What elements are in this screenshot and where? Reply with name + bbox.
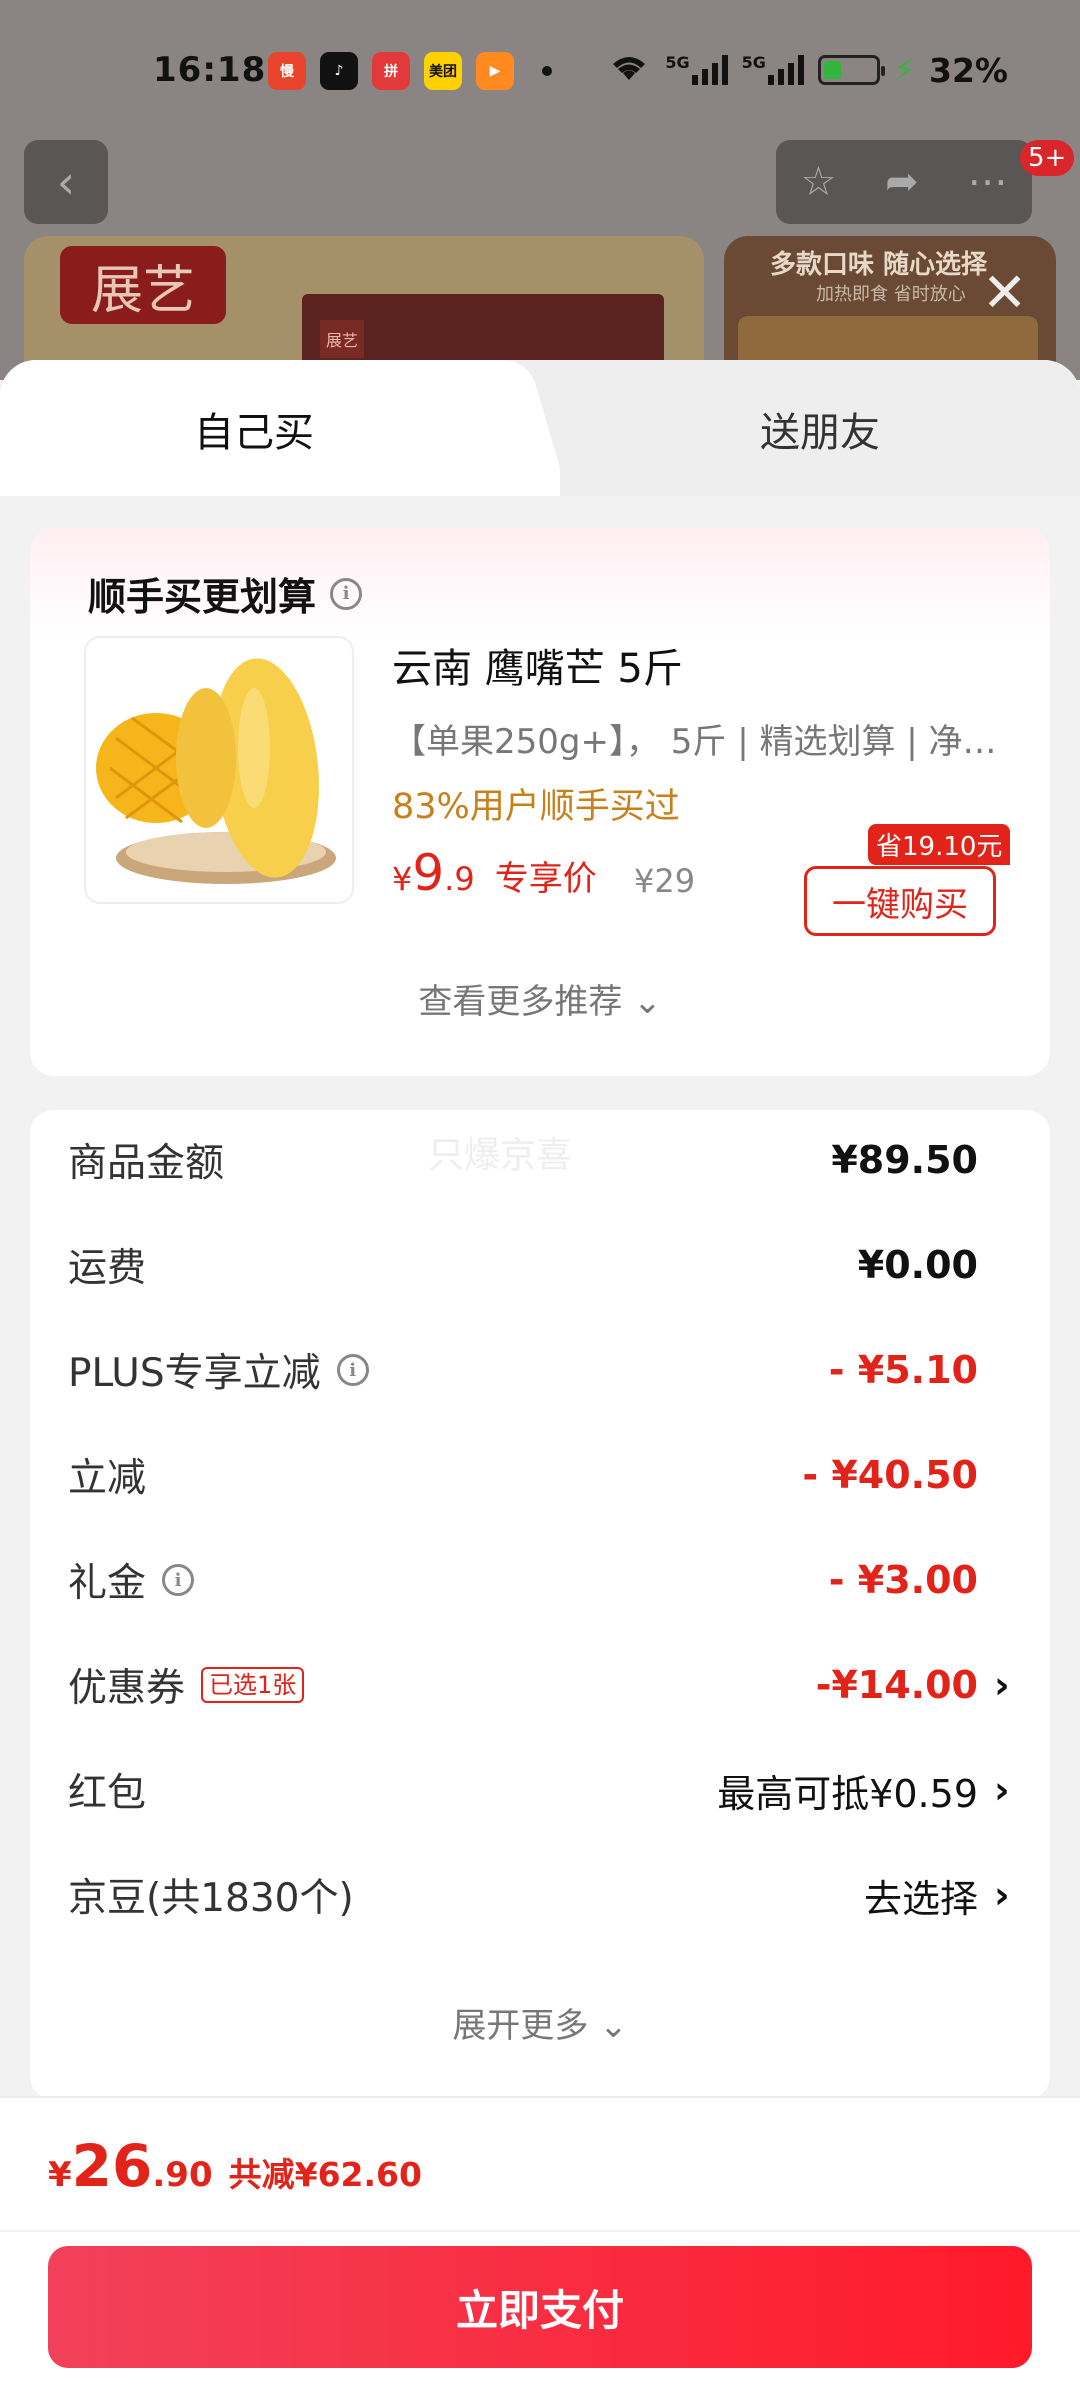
original-price: ¥29 [634,862,696,900]
back-button[interactable]: ‹ [24,140,108,224]
battery-icon [817,55,885,85]
battery-percent: 32% [929,50,1008,90]
promo-title: 多款口味 随心选择 [770,250,988,280]
status-bar: 16:18 慢 ♪ 拼 美团 ▶ 5G 5G ⚡ 32% [0,0,1080,140]
more-notifications-dot [542,66,552,76]
app-icon-4: 美团 [424,52,462,90]
recommendation-title: 顺手买更划算 i [88,566,363,621]
row-shipping: 运费 ¥0.00 [68,1243,978,1291]
recommendation-card: 顺手买更划算 i 云南 鹰嘴芒 5斤 【单果250g+】， 5斤 | 精选划算 … [30,528,1050,1076]
pay-now-button[interactable]: 立即支付 [48,2246,1032,2368]
tab-self-buy[interactable]: 自己买 [194,400,314,458]
exclusive-price-label: 专享价 [494,859,597,899]
status-indicators: 5G 5G ⚡ 32% [607,50,1008,90]
signal-2-icon: 5G [742,55,804,85]
purchase-tabs: 自己买 送朋友 [0,360,1080,496]
notification-app-icons: 慢 ♪ 拼 美团 ▶ [268,52,552,90]
row-coupon[interactable]: 优惠券 已选1张 -¥14.00 › [68,1655,1012,1715]
mango-product-image[interactable] [84,636,354,904]
row-red-packet[interactable]: 红包 最高可抵¥0.59 › [68,1760,1012,1820]
chevron-right-icon: › [994,1768,1010,1812]
chevron-down-icon: ⌄ [633,982,662,1022]
promo-subtitle: 加热即食 省时放心 [816,284,966,305]
chevron-down-icon: ⌄ [599,2006,628,2046]
one-click-buy-button[interactable]: 一键购买 [804,866,996,936]
info-icon[interactable]: i [336,1354,369,1386]
row-jd-beans[interactable]: 京豆(共1830个) 去选择 › [68,1865,1012,1925]
app-icon-2: ♪ [320,52,358,90]
app-icon-3: 拼 [372,52,410,90]
top-action-group: ☆ ➦ ⋯ [776,140,1032,224]
coupon-selected-badge: 已选1张 [201,1667,305,1703]
info-icon[interactable]: i [330,577,363,610]
status-time: 16:18 [153,50,267,90]
favorite-star-icon[interactable]: ☆ [800,159,836,205]
chevron-left-icon: ‹ [56,155,76,209]
product-price: ¥ 9 .9 专享价 [392,844,597,902]
share-icon[interactable]: ➦ [885,159,919,205]
total-reduction: 共减¥62.60 [228,2155,422,2194]
app-icon-1: 慢 [268,52,306,90]
background-page: 16:18 慢 ♪ 拼 美团 ▶ 5G 5G ⚡ 32% ‹ ☆ ➦ ⋯ 5+ … [0,0,1080,380]
chevron-right-icon: › [994,1873,1010,1917]
message-badge: 5+ [1020,140,1075,176]
brand-logo: 展艺 [60,246,226,324]
close-icon[interactable]: ✕ [982,266,1027,320]
checkout-sheet: 自己买 送朋友 顺手买更划算 i 云南 鹰嘴芒 5斤 【单果250g+】， 5斤… [0,360,1080,2400]
tab-send-friend[interactable]: 送朋友 [760,400,880,458]
info-icon[interactable]: i [162,1564,195,1596]
signal-1-icon: 5G [665,55,728,85]
bought-rate: 83%用户顺手买过 [392,787,680,827]
app-icon-5: ▶ [476,52,514,90]
save-amount-tag: 省19.10元 [868,824,1011,865]
product-name[interactable]: 云南 鹰嘴芒 5斤 [392,636,683,694]
row-plus-discount: PLUS专享立减 i - ¥5.10 [68,1348,978,1396]
brand-banner: 展艺 展艺 [24,236,704,380]
chevron-right-icon: › [994,1663,1010,1707]
row-goods-amount: 商品金额 ¥89.50 [68,1138,978,1186]
product-description: 【单果250g+】， 5斤 | 精选划算 | 净果... [392,722,1002,762]
more-dots-icon[interactable]: ⋯ [968,159,1008,205]
price-summary-card: 只爆京喜 商品金额 ¥89.50 运费 ¥0.00 PLUS专享立减 i - ¥… [30,1110,1050,2100]
charging-icon: ⚡ [893,52,915,88]
row-gift-money: 礼金 i - ¥3.00 [68,1558,978,1606]
wifi-icon [607,50,651,90]
expand-more-link[interactable]: 展开更多 ⌄ [30,1998,1050,2047]
row-instant-discount: 立减 - ¥40.50 [68,1453,978,1501]
total-price: ¥ 26 .90 共减¥62.60 [48,2132,422,2200]
more-recommendations-link[interactable]: 查看更多推荐 ⌄ [30,974,1050,1023]
checkout-footer: ¥ 26 .90 共减¥62.60 立即支付 [0,2096,1080,2400]
